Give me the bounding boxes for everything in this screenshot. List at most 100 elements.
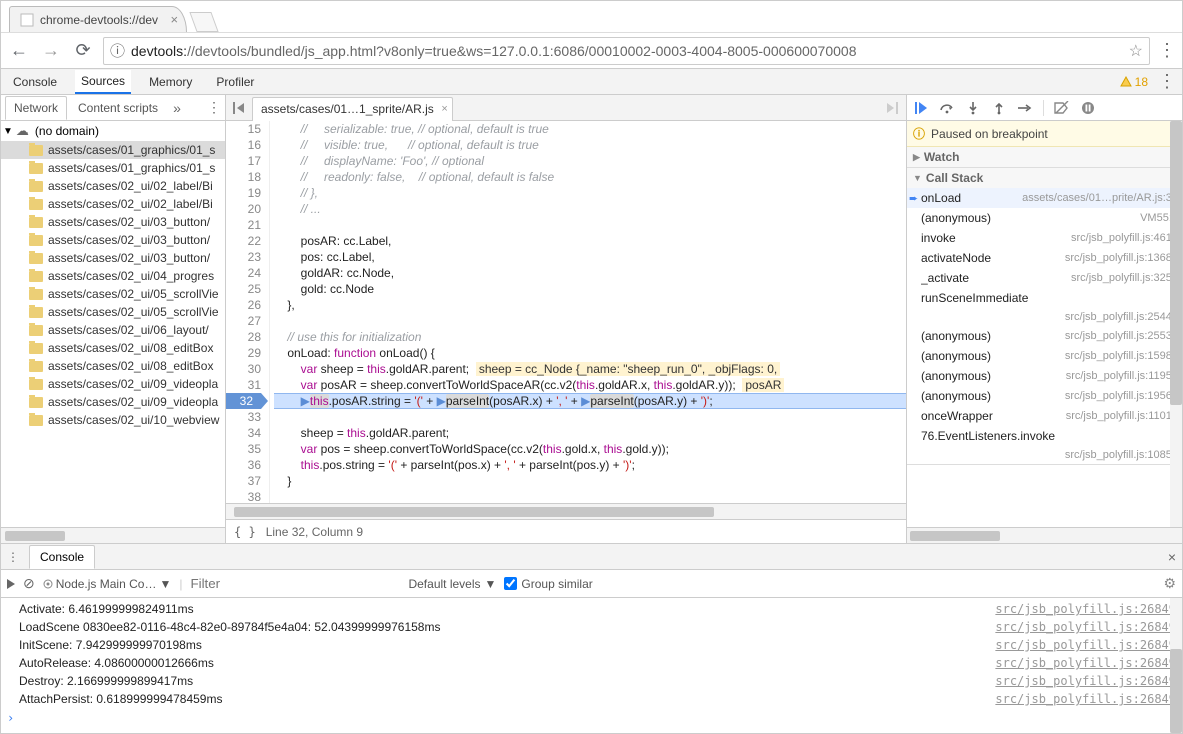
console-source-link[interactable]: src/jsb_polyfill.js:26849 — [995, 674, 1176, 688]
console-source-link[interactable]: src/jsb_polyfill.js:26849 — [995, 638, 1176, 652]
console-filter-input[interactable] — [190, 576, 400, 591]
editor-nav-back-icon[interactable] — [228, 102, 252, 114]
call-stack-frame[interactable]: src/jsb_polyfill.js:10859 — [907, 446, 1182, 464]
navigator-tabs-overflow-icon[interactable]: » — [173, 100, 181, 116]
editor-h-scrollbar[interactable] — [226, 503, 906, 519]
tree-item[interactable]: assets/cases/02_ui/10_webview — [1, 411, 225, 429]
tab-memory[interactable]: Memory — [143, 71, 198, 93]
debugger-v-scrollbar[interactable] — [1170, 121, 1182, 527]
new-tab-button[interactable] — [189, 12, 218, 32]
console-source-link[interactable]: src/jsb_polyfill.js:26849 — [995, 692, 1176, 706]
stack-fn: (anonymous) — [921, 389, 991, 403]
chrome-menu-icon[interactable]: ⋮ — [1158, 40, 1176, 61]
tree-item[interactable]: assets/cases/01_graphics/01_s — [1, 141, 225, 159]
bookmark-star-icon[interactable]: ☆ — [1129, 41, 1143, 61]
console-source-link[interactable]: src/jsb_polyfill.js:26849 — [995, 620, 1176, 634]
drawer-menu-icon[interactable]: ⋮ — [7, 550, 25, 564]
browser-tab[interactable]: chrome-devtools://dev × — [9, 6, 187, 32]
call-stack-frame[interactable]: runSceneImmediate — [907, 288, 1182, 308]
navigator-tab-network[interactable]: Network — [5, 96, 67, 120]
step-over-icon[interactable] — [937, 98, 957, 118]
stack-loc: src/jsb_polyfill.js:13682 — [1065, 252, 1178, 264]
call-stack-frame[interactable]: (anonymous)src/jsb_polyfill.js:19568 — [907, 386, 1182, 406]
tree-item[interactable]: assets/cases/02_ui/05_scrollVie — [1, 303, 225, 321]
console-levels-selector[interactable]: Default levels ▼ — [408, 577, 496, 591]
call-stack-frame[interactable]: onLoadassets/cases/01…prite/AR.js:32 — [907, 188, 1182, 208]
navigator-h-scrollbar[interactable] — [1, 527, 225, 543]
step-icon[interactable] — [1015, 98, 1035, 118]
code-editor[interactable]: 1516171819202122232425262728293031323334… — [226, 121, 906, 503]
console-clear-icon[interactable] — [23, 575, 35, 592]
tree-item[interactable]: assets/cases/02_ui/04_progres — [1, 267, 225, 285]
stack-fn: invoke — [921, 231, 956, 245]
collapse-icon[interactable]: ▶ — [913, 152, 920, 163]
tree-item[interactable]: assets/cases/02_ui/02_label/Bi — [1, 177, 225, 195]
pause-on-exceptions-icon[interactable] — [1078, 98, 1098, 118]
file-tree[interactable]: ▼ ☁ (no domain) assets/cases/01_graphics… — [1, 121, 225, 527]
tree-item[interactable]: assets/cases/02_ui/03_button/ — [1, 231, 225, 249]
group-similar-checkbox[interactable]: Group similar — [504, 577, 592, 591]
step-out-icon[interactable] — [989, 98, 1009, 118]
navigator-menu-icon[interactable]: ⋮ — [207, 99, 221, 116]
deactivate-breakpoints-icon[interactable] — [1052, 98, 1072, 118]
debugger-h-scrollbar[interactable] — [907, 527, 1182, 543]
console-source-link[interactable]: src/jsb_polyfill.js:26849 — [995, 656, 1176, 670]
tree-item[interactable]: assets/cases/02_ui/03_button/ — [1, 249, 225, 267]
address-bar[interactable]: ⓘ devtools://devtools/bundled/js_app.htm… — [103, 37, 1150, 65]
tab-profiler[interactable]: Profiler — [210, 71, 260, 93]
navigator-tab-content-scripts[interactable]: Content scripts — [69, 96, 167, 120]
call-stack-frame[interactable]: activateNodesrc/jsb_polyfill.js:13682 — [907, 248, 1182, 268]
call-stack-frame[interactable]: (anonymous)src/jsb_polyfill.js:11958 — [907, 366, 1182, 386]
console-settings-icon[interactable]: ⚙ — [1163, 575, 1176, 592]
call-stack-frame[interactable]: 76.EventListeners.invoke — [907, 426, 1182, 446]
drawer-tab-console[interactable]: Console — [29, 545, 95, 569]
tree-item[interactable]: assets/cases/02_ui/06_layout/ — [1, 321, 225, 339]
console-play-icon[interactable] — [7, 579, 15, 589]
stack-fn: 76.EventListeners.invoke — [921, 429, 1055, 443]
info-icon: ⓘ — [913, 125, 925, 142]
line-gutter[interactable]: 1516171819202122232425262728293031323334… — [226, 121, 270, 503]
code-body[interactable]: // serializable: true, // optional, defa… — [270, 121, 906, 503]
call-stack-frame[interactable]: (anonymous)src/jsb_polyfill.js:25536 — [907, 326, 1182, 346]
devtools-menu-icon[interactable]: ⋮ — [1158, 71, 1176, 92]
call-stack-frame[interactable]: onceWrappersrc/jsb_polyfill.js:11014 — [907, 406, 1182, 426]
close-icon[interactable]: × — [441, 103, 447, 115]
tree-item[interactable]: assets/cases/02_ui/02_label/Bi — [1, 195, 225, 213]
tree-root[interactable]: ▼ ☁ (no domain) — [1, 121, 225, 141]
expand-icon[interactable]: ▼ — [913, 173, 922, 183]
console-v-scrollbar[interactable] — [1170, 598, 1182, 733]
nav-back-button[interactable]: ← — [7, 39, 31, 63]
console-context-selector[interactable]: Node.js Main Co… ▼ — [43, 577, 172, 591]
tree-item[interactable]: assets/cases/02_ui/03_button/ — [1, 213, 225, 231]
call-stack-frame[interactable]: _activatesrc/jsb_polyfill.js:3258 — [907, 268, 1182, 288]
pretty-print-icon[interactable]: { } — [234, 525, 256, 539]
editor-file-tab[interactable]: assets/cases/01…1_sprite/AR.js × — [252, 97, 453, 121]
tree-item-label: assets/cases/02_ui/08_editBox — [48, 359, 213, 373]
call-stack-frame[interactable]: (anonymous)VM55:3 — [907, 208, 1182, 228]
tab-console[interactable]: Console — [7, 71, 63, 93]
console-source-link[interactable]: src/jsb_polyfill.js:26849 — [995, 602, 1176, 616]
step-into-icon[interactable] — [963, 98, 983, 118]
call-stack-frame[interactable]: (anonymous)src/jsb_polyfill.js:15981 — [907, 346, 1182, 366]
tree-item[interactable]: assets/cases/02_ui/05_scrollVie — [1, 285, 225, 303]
nav-reload-button[interactable]: ⟳ — [71, 39, 95, 63]
console-prompt[interactable]: › — [1, 708, 1182, 728]
expand-icon[interactable]: ▼ — [3, 126, 13, 137]
tree-item[interactable]: assets/cases/02_ui/09_videopla — [1, 375, 225, 393]
tree-item[interactable]: assets/cases/02_ui/08_editBox — [1, 339, 225, 357]
resume-icon[interactable] — [911, 98, 931, 118]
tab-close-icon[interactable]: × — [170, 12, 178, 27]
site-info-icon[interactable]: ⓘ — [110, 40, 125, 61]
call-stack-frame[interactable]: invokesrc/jsb_polyfill.js:4610 — [907, 228, 1182, 248]
call-stack-frame[interactable]: src/jsb_polyfill.js:25442 — [907, 308, 1182, 326]
drawer-close-icon[interactable]: × — [1168, 549, 1176, 565]
call-stack-list[interactable]: onLoadassets/cases/01…prite/AR.js:32(ano… — [907, 188, 1182, 464]
tab-sources[interactable]: Sources — [75, 70, 131, 94]
watch-section[interactable]: ▶Watch — [907, 147, 1182, 168]
tree-item[interactable]: assets/cases/01_graphics/01_s — [1, 159, 225, 177]
tree-item[interactable]: assets/cases/02_ui/09_videopla — [1, 393, 225, 411]
warning-badge[interactable]: 18 — [1120, 75, 1148, 89]
console-output[interactable]: Activate: 6.461999999824911mssrc/jsb_pol… — [1, 598, 1182, 733]
tree-item[interactable]: assets/cases/02_ui/08_editBox — [1, 357, 225, 375]
editor-nav-fwd-icon[interactable] — [878, 102, 904, 114]
